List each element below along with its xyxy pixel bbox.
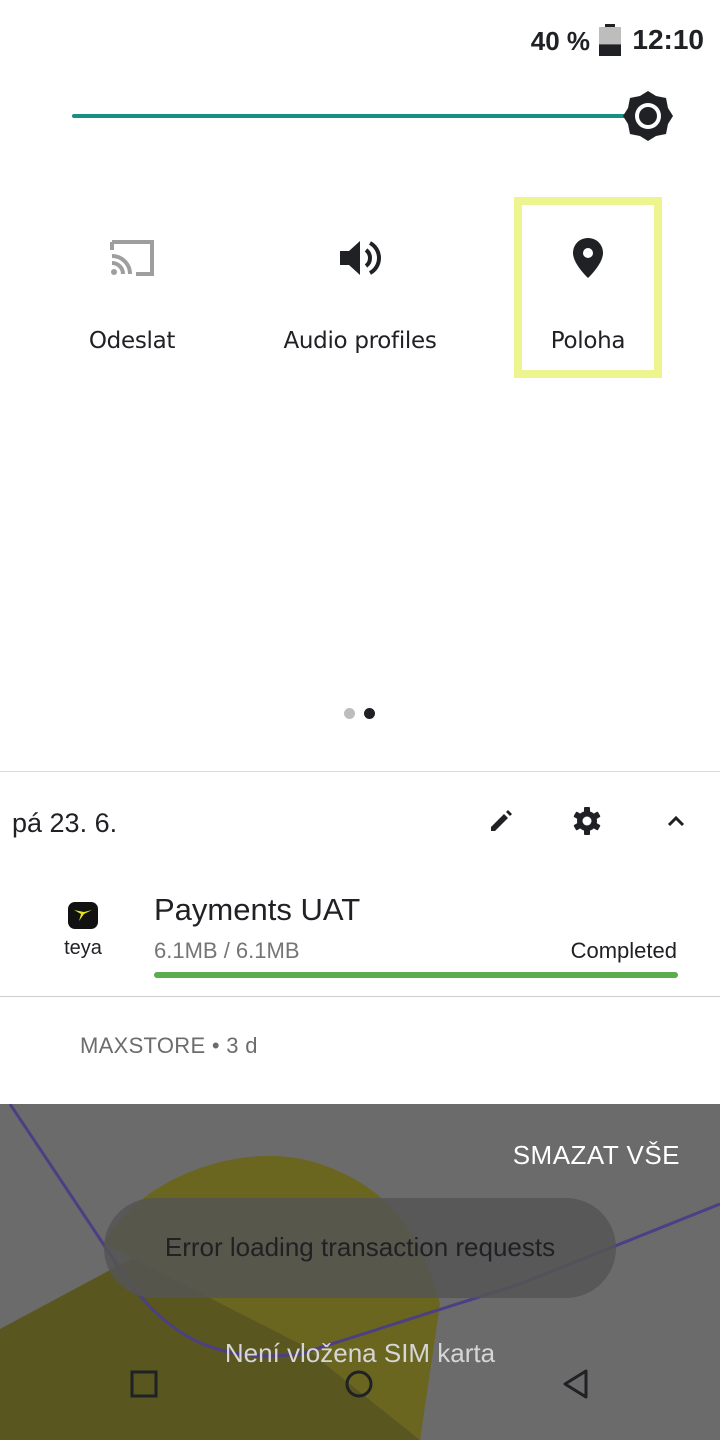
location-pin-icon <box>573 238 603 278</box>
tile-audio-profiles-label: Audio profiles <box>283 328 437 354</box>
teya-logo-text: teya <box>64 937 103 958</box>
wallpaper-area: SMAZAT VŠE Error loading transaction req… <box>0 1104 720 1440</box>
clock: 12:10 <box>632 24 704 55</box>
date-label: pá 23. 6. <box>12 808 118 838</box>
sim-status: Není vložena SIM karta <box>224 1338 496 1368</box>
battery-icon <box>599 24 621 56</box>
download-progress-fill <box>154 972 678 978</box>
teya-app-icon: teya <box>64 902 103 958</box>
brightness-icon[interactable] <box>622 90 674 142</box>
tile-cast[interactable]: Odeslat <box>57 200 207 376</box>
battery-percentage: 40 % <box>530 26 590 56</box>
recents-button-icon[interactable] <box>126 1366 162 1402</box>
status-bar: 40 % 12:10 <box>0 0 720 80</box>
cast-icon <box>110 240 154 276</box>
notification-maxstore-header: MAXSTORE • 3 d <box>80 1033 258 1058</box>
notification-maxstore[interactable]: MAXSTORE • 3 d <box>0 997 720 1104</box>
tile-audio-profiles[interactable]: Audio profiles <box>272 200 448 376</box>
home-button-icon[interactable] <box>341 1366 377 1402</box>
back-button-icon[interactable] <box>558 1366 594 1402</box>
brightness-slider[interactable] <box>72 114 632 118</box>
download-status: Completed <box>570 938 677 963</box>
toast-message: Error loading transaction requests <box>164 1232 556 1262</box>
tile-location-label: Poloha <box>550 328 626 354</box>
settings-gear-icon[interactable] <box>572 806 602 836</box>
download-size: 6.1MB / 6.1MB <box>154 938 300 963</box>
clear-all-button[interactable]: SMAZAT VŠE <box>513 1140 680 1171</box>
edit-icon[interactable] <box>486 806 516 836</box>
page-dot-1 <box>344 708 355 719</box>
notification-title: Payments UAT <box>154 892 361 927</box>
toast: Error loading transaction requests <box>104 1198 616 1298</box>
volume-icon <box>340 241 381 275</box>
date-row: pá 23. 6. <box>0 771 720 868</box>
chevron-up-icon[interactable] <box>661 806 691 836</box>
tile-cast-label: Odeslat <box>88 328 176 354</box>
page-dot-2 <box>364 708 375 719</box>
download-progress-bar <box>154 972 678 978</box>
tile-location[interactable]: Poloha <box>514 197 662 378</box>
notification-payments-uat[interactable]: teya Payments UAT 6.1MB / 6.1MB Complete… <box>0 868 720 997</box>
